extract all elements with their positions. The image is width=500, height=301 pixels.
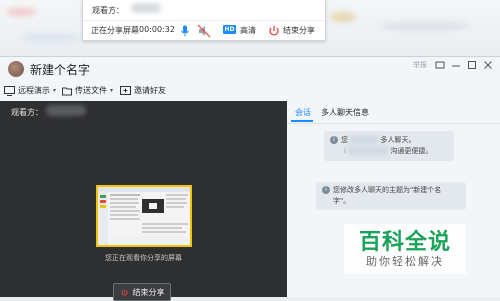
speaker-muted-icon[interactable] (197, 23, 211, 38)
tab-divider (287, 123, 500, 124)
message-text: 您 (341, 136, 348, 144)
power-icon[interactable] (267, 23, 281, 37)
info-icon: i (322, 186, 330, 194)
microphone-icon[interactable] (178, 23, 192, 37)
monitor-icon (4, 85, 15, 96)
chevron-down-icon[interactable]: ▾ (110, 87, 113, 94)
screen-share-view: 观看方： 您正在观看你分享的屏幕 结束分享 (0, 101, 287, 301)
transfer-file-button[interactable]: 传送文件 ▾ (62, 85, 113, 96)
watermark: 百科全说 助你轻松解决 (344, 224, 466, 274)
background-blob (6, 8, 36, 16)
power-icon (120, 288, 128, 295)
share-bar-viewers-label: 观看方： (92, 6, 124, 15)
report-link[interactable]: 举报 (413, 60, 427, 70)
invite-friend-label: 邀请好友 (134, 86, 166, 95)
blurred-text (348, 147, 389, 155)
sharing-status-text: 您正在观看你分享的屏幕 (105, 254, 182, 262)
invite-friend-button[interactable]: 邀请好友 (120, 85, 166, 96)
viewer-avatar-blurred (131, 3, 161, 13)
tab-chat-info[interactable]: 多人聊天信息 (321, 107, 369, 118)
tab-session[interactable]: 会话 (295, 107, 311, 118)
info-icon: i (330, 136, 338, 144)
window-title: 新建个名字 (30, 63, 91, 77)
background-blob (330, 12, 356, 22)
message-text: 您修改多人聊天的主题为"新建个名 (333, 186, 442, 194)
share-timer: 00:00:32 (139, 25, 175, 34)
system-message: i 您修改多人聊天的主题为"新建个名 字"。 (316, 182, 466, 210)
folder-icon (62, 87, 72, 95)
share-status-text: 正在分享屏幕 (91, 26, 139, 35)
message-text: 沟通更便捷。 (390, 147, 433, 155)
shared-screen-thumbnail (96, 185, 192, 247)
screen-share-bar: 观看方： 正在分享屏幕 00:00:32 HD 高清 结束分享 (82, 0, 326, 41)
end-share-label[interactable]: 结束分享 (283, 25, 315, 36)
group-avatar[interactable] (8, 61, 24, 77)
hd-label[interactable]: 高清 (240, 25, 256, 36)
message-text: 字"。 (333, 197, 351, 205)
share-bar-controls: 正在分享屏幕 00:00:32 HD 高清 结束分享 (83, 20, 325, 39)
close-icon[interactable] (482, 59, 494, 71)
watermark-subtitle: 助你轻松解决 (366, 255, 444, 268)
message-text: i (344, 147, 346, 155)
system-message: i您 多人聊天。 i 沟通更便捷。 (324, 131, 454, 161)
chevron-down-icon[interactable]: ▾ (53, 87, 56, 94)
hd-badge[interactable]: HD (223, 25, 236, 34)
background-blob (20, 34, 80, 42)
minimize-icon[interactable] (450, 59, 462, 71)
title-bar: 新建个名字 举报 (0, 57, 500, 81)
chat-toolbar: 远程演示 ▾ 传送文件 ▾ 邀请好友 (0, 81, 500, 101)
remote-demo-label: 远程演示 (18, 86, 50, 95)
minimize-mini-icon[interactable] (434, 59, 446, 71)
remote-demo-button[interactable]: 远程演示 ▾ (4, 85, 56, 96)
maximize-icon[interactable] (466, 59, 478, 71)
transfer-file-label: 传送文件 (75, 86, 107, 95)
end-share-button[interactable]: 结束分享 (113, 283, 171, 301)
blurred-name (350, 136, 379, 144)
watermark-title: 百科全说 (358, 230, 451, 255)
add-user-icon (120, 85, 131, 95)
active-tab-indicator (291, 120, 313, 122)
background-blob (380, 22, 470, 30)
video-viewers-label: 观看方： (11, 108, 43, 117)
viewer-avatar-blurred (46, 105, 86, 116)
message-text: 多人聊天。 (380, 136, 416, 144)
